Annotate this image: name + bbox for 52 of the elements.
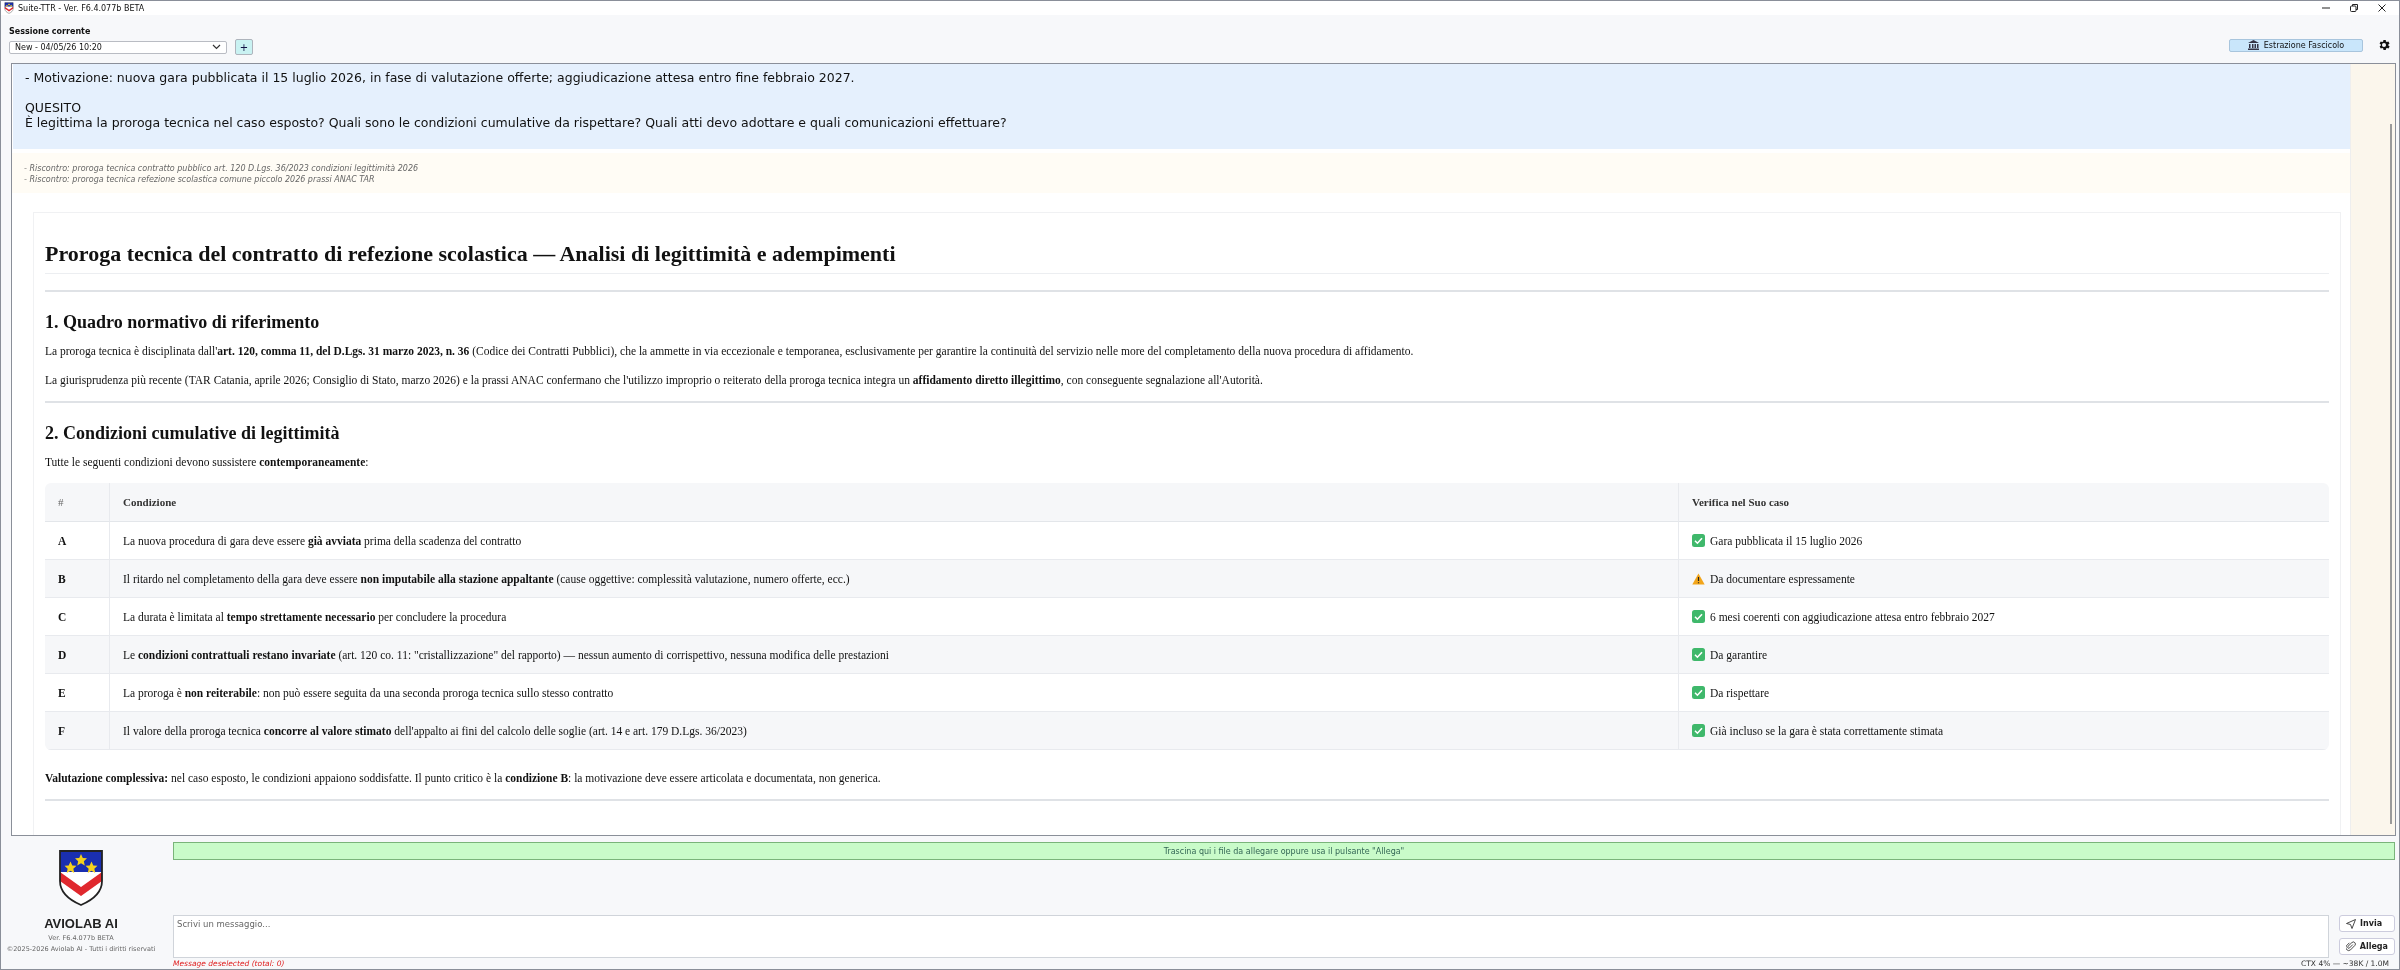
section-heading: 1. Quadro normativo di riferimento [45, 312, 321, 333]
close-icon[interactable] [2377, 3, 2387, 13]
source-note: - Riscontro: proroga tecnica refezione scolastica comune piccolo 2026 prassi ANAC TAR [24, 174, 376, 185]
answer-title: Proroga tecnica del contratto di refezione scolastica — Analisi di legittimità e adempimenti [45, 241, 2329, 274]
checkmark-icon [1692, 686, 1705, 699]
message-input[interactable]: Scrivi un messaggio... [173, 915, 2329, 958]
session-label: Sessione corrente [9, 27, 92, 36]
table-cell: Da garantire [1710, 648, 1768, 661]
checkmark-icon [1692, 610, 1705, 623]
table-cell: Le condizioni contrattuali restano invariate (art. 120 co. 11: "cristallizzazione" del rapporto) — nessun aumento di corrispettivo, nessuna modifica delle prestazioni [110, 636, 1679, 674]
restore-icon[interactable] [2349, 3, 2359, 13]
table-cell: D [45, 636, 110, 674]
table-cell: B [45, 560, 110, 598]
table-cell: F [45, 712, 110, 750]
extract-file-button[interactable]: Estrazione Fascicolo [2229, 38, 2363, 52]
session-dropdown[interactable]: New - 04/05/26 10:20 [9, 40, 227, 54]
bank-icon [2247, 40, 2259, 50]
drop-zone[interactable]: Trascina qui i file da allegare oppure usa il pulsante "Allega" [173, 842, 2395, 860]
send-icon [2346, 918, 2356, 929]
checkmark-icon [1692, 648, 1705, 661]
paragraph: La giurisprudenza più recente (TAR Catania, aprile 2026; Consiglio di Stato, marzo 2026) e la prassi ANAC confermano che l'utilizzo improprio o reiterato della proroga tecnica integra un affidamento diretto illegittimo, con conseguente segnalazione all'Autorità. [45, 373, 1264, 388]
column-header: Condizione [110, 483, 1679, 522]
column-header: Verifica nel Suo caso [1679, 483, 2329, 522]
message-text: QUESITO [25, 100, 82, 115]
table-cell: Da rispettare [1710, 686, 1770, 699]
column-header: # [45, 483, 110, 522]
paperclip-icon [2346, 941, 2356, 952]
table-cell: Il ritardo nel completamento della gara deve essere non imputabile alla stazione appaltante (cause oggettive: complessità valutazione, numero offerte, ecc.) [110, 560, 1679, 598]
table-cell: Gara pubblicata il 15 luglio 2026 [1710, 534, 1863, 547]
window-title: Suite-TTR - Ver. F6.4.077b BETA [18, 3, 146, 13]
warning-icon [1692, 572, 1705, 585]
brand-name: AVIOLAB AI [44, 916, 118, 931]
paragraph: Tutte le seguenti condizioni devono sussistere contemporaneamente: [45, 455, 370, 470]
source-note: - Riscontro: proroga tecnica contratto pubblico art. 120 D.Lgs. 36/2023 condizioni legittimità 2026 [24, 163, 420, 174]
table-cell: Il valore della proroga tecnica concorre al valore stimato dell'appalto ai fini del calcolo delle soglie (art. 14 e art. 179 D.Lgs. 36/2023) [110, 712, 1679, 750]
message-text: È legittima la proroga tecnica nel caso esposto? Quali sono le condizioni cumulative da rispettare? Quali atti devo adottare e quali comunicazioni effettuare? [25, 115, 1008, 130]
send-button[interactable]: Invia [2339, 915, 2395, 932]
table-cell: Già incluso se la gara è stata correttamente stimata [1710, 724, 1944, 737]
section-heading: 2. Condizioni cumulative di legittimità [45, 423, 341, 444]
chevron-down-icon [212, 44, 221, 50]
table-cell: Da documentare espressamente [1710, 572, 1855, 585]
add-session-button[interactable]: + [235, 39, 253, 55]
paragraph: Valutazione complessiva: nel caso esposto, le condizioni appaiono soddisfatte. Il punto critico è la condizione B: la motivazione deve essere articolata e documentata, non generica. [45, 771, 882, 786]
settings-icon[interactable] [2377, 38, 2391, 52]
scrollbar-thumb[interactable] [2390, 124, 2392, 824]
coat-of-arms-drawing [57, 848, 105, 908]
message-text: - Motivazione: nuova gara pubblicata il 15 luglio 2026, in fase di valutazione offerte; aggiudicazione attesa entro fine febbraio 2027. [25, 70, 856, 85]
paragraph: La proroga tecnica è disciplinata dall'art. 120, comma 11, del D.Lgs. 31 marzo 2023, n. 36 (Codice dei Contratti Pubblici), che la ammette in via eccezionale e temporanea, esclusivamente per garantire la continuità del servizio nelle more del completamento della nuova procedura di affidamento. [45, 344, 1415, 359]
checkmark-icon [1692, 534, 1705, 547]
checkmark-icon [1692, 724, 1705, 737]
table-cell: 6 mesi coerenti con aggiudicazione attesa entro febbraio 2027 [1710, 610, 1995, 623]
attach-button[interactable]: Allega [2339, 938, 2395, 955]
